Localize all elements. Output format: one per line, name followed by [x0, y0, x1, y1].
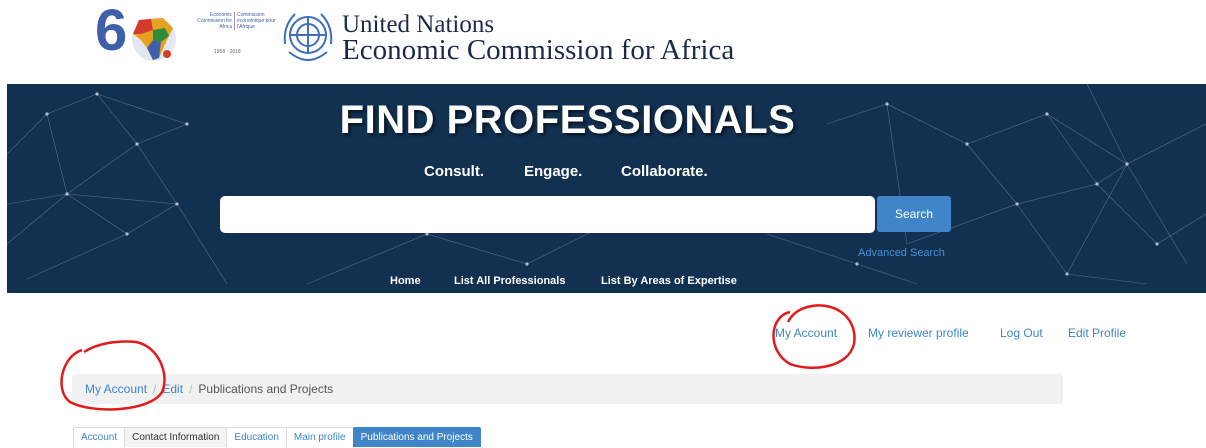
- breadcrumb-separator: /: [153, 382, 157, 396]
- breadcrumb: My Account / Edit / Publications and Project…: [72, 374, 1063, 404]
- commission-en-line: Africa: [219, 24, 232, 30]
- search-button[interactable]: Search: [877, 196, 951, 232]
- un-title-line2: Economic Commission for Africa: [342, 34, 735, 66]
- profile-tabs: Account Contact Information Education Ma…: [73, 427, 481, 447]
- breadcrumb-current: Publications and Projects: [198, 382, 334, 396]
- tab-education[interactable]: Education: [226, 427, 287, 447]
- commission-fr-line: l'Afrique: [237, 24, 255, 30]
- sixty-years-logo: 6: [95, 2, 193, 64]
- nav-list-by-expertise[interactable]: List By Areas of Expertise: [601, 275, 737, 287]
- anniversary-years: 1958 · 2018: [214, 49, 241, 55]
- un-title-line1: United Nations: [342, 11, 495, 38]
- nav-home[interactable]: Home: [390, 275, 421, 287]
- tagline-engage: Engage.: [524, 163, 583, 180]
- tab-contact-information[interactable]: Contact Information: [124, 427, 228, 447]
- tab-account[interactable]: Account: [73, 427, 126, 447]
- advanced-search-link[interactable]: Advanced Search: [858, 247, 945, 259]
- nav-list-all-professionals[interactable]: List All Professionals: [454, 275, 565, 287]
- tab-publications-and-projects[interactable]: Publications and Projects: [352, 427, 481, 447]
- hero-title: FIND PROFESSIONALS: [339, 98, 796, 142]
- un-emblem-icon: [283, 13, 333, 62]
- tagline-collaborate: Collaborate.: [621, 163, 708, 180]
- my-reviewer-profile-link[interactable]: My reviewer profile: [868, 326, 969, 340]
- logo-number: 6: [95, 0, 128, 63]
- africa-map-icon: [132, 17, 176, 61]
- un-title: United Nations Economic Commission for A…: [342, 11, 735, 66]
- commission-en: Economic Commission for Africa: [194, 12, 232, 30]
- commission-fr: Commission économique pour l'Afrique: [234, 12, 277, 30]
- breadcrumb-my-account[interactable]: My Account: [85, 382, 147, 396]
- search-input[interactable]: [220, 196, 875, 233]
- breadcrumb-separator: /: [189, 382, 193, 396]
- tab-main-profile[interactable]: Main profile: [285, 427, 354, 447]
- breadcrumb-edit[interactable]: Edit: [162, 382, 183, 396]
- edit-profile-link[interactable]: Edit Profile: [1068, 326, 1126, 340]
- hero-banner: FIND PROFESSIONALS Consult. Engage. Coll…: [7, 84, 1206, 293]
- header-logo-bar: 6 Economic Commission for Africa Commiss…: [0, 0, 1206, 75]
- commission-wordmark: Economic Commission for Africa Commissio…: [194, 12, 277, 62]
- log-out-link[interactable]: Log Out: [1000, 326, 1043, 340]
- tagline-consult: Consult.: [424, 163, 484, 180]
- my-account-link[interactable]: My Account: [775, 326, 837, 340]
